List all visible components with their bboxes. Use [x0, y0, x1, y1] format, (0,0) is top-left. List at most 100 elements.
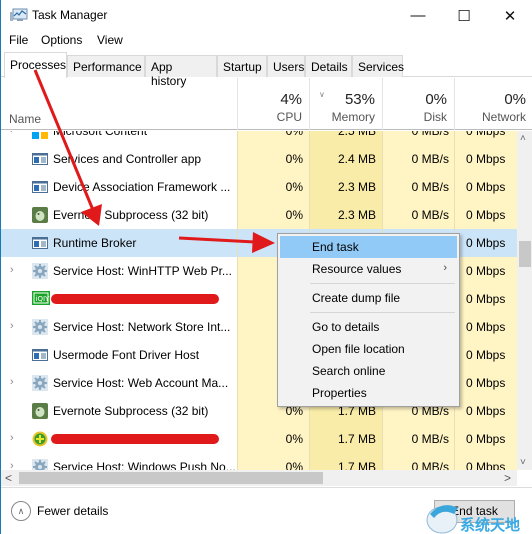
menu-file[interactable]: File	[9, 33, 28, 47]
context-menu-properties[interactable]: Properties	[280, 382, 457, 404]
process-cpu: 0%	[285, 131, 303, 138]
vertical-scrollbar[interactable]: ˄ ˅	[517, 131, 532, 470]
context-menu-create-dump-file[interactable]: Create dump file	[280, 287, 457, 309]
column-header-disk[interactable]: 0% Disk	[382, 78, 454, 130]
process-network: 0 Mbps	[466, 180, 506, 194]
context-menu: End task Resource values › Create dump file…	[277, 233, 460, 407]
tab-details[interactable]: Details	[305, 55, 352, 77]
expand-chevron-icon[interactable]: ›	[10, 264, 14, 276]
process-network: 0 Mbps	[466, 264, 506, 278]
expand-chevron-icon[interactable]: ›	[10, 460, 14, 470]
minimize-icon: —	[410, 7, 426, 24]
scroll-up-icon[interactable]: ˄	[520, 133, 526, 144]
window-app-icon	[32, 347, 48, 363]
column-header-memory[interactable]: 53% Memory	[309, 78, 382, 130]
process-name: Usermode Font Driver Host	[53, 348, 200, 362]
column-header-name[interactable]: Name	[9, 112, 41, 126]
column-header-network[interactable]: 0% Network	[454, 78, 532, 130]
menu-options[interactable]: Options	[41, 33, 82, 47]
tab-performance[interactable]: Performance	[67, 55, 145, 77]
context-menu-label: Properties	[312, 386, 367, 400]
process-name: Device Association Framework ...	[53, 180, 231, 194]
footer: ∧ Fewer details End task	[1, 487, 532, 534]
expand-chevron-icon[interactable]: ›	[10, 432, 14, 444]
fewer-details-link[interactable]: Fewer details	[37, 504, 108, 518]
process-network: 0 Mbps	[466, 348, 506, 362]
expand-chevron-icon[interactable]: ›	[10, 320, 14, 332]
horizontal-scrollbar[interactable]: < >	[1, 470, 517, 486]
process-network: 0 Mbps	[466, 460, 506, 470]
evernote-icon	[32, 403, 48, 419]
context-menu-label: Go to details	[312, 320, 380, 334]
sort-descending-icon: ∨	[319, 90, 325, 99]
process-cpu: 0%	[285, 460, 303, 470]
task-manager-app-icon	[10, 8, 28, 21]
context-menu-label: Search online	[312, 364, 386, 378]
process-disk: 0 MB/s	[411, 180, 449, 194]
column-header-cpu[interactable]: 4% CPU	[237, 78, 309, 130]
horizontal-scroll-thumb[interactable]	[19, 472, 323, 484]
gear-icon	[32, 375, 48, 391]
tab-bar: Processes Performance App history Startu…	[1, 52, 532, 88]
context-menu-end-task[interactable]: End task	[280, 236, 457, 258]
process-row[interactable]: Services and Controller app 0% 2.4 MB 0 MB/…	[1, 145, 517, 173]
submenu-arrow-icon: ›	[443, 262, 447, 274]
scroll-right-icon[interactable]: >	[504, 471, 511, 485]
close-button[interactable]: ✕	[487, 0, 532, 31]
tab-users[interactable]: Users	[267, 55, 305, 77]
redaction-mark	[51, 434, 219, 444]
context-menu-label: Create dump file	[312, 291, 401, 305]
tab-app-history[interactable]: App history	[145, 55, 217, 88]
maximize-icon: ☐	[457, 7, 471, 25]
chevron-up-circle-icon[interactable]: ∧	[11, 501, 31, 521]
process-disk: 0 MB/s	[411, 152, 449, 166]
process-row[interactable]: Device Association Framework ... 0% 2.3 MB…	[1, 173, 517, 201]
menu-view[interactable]: View	[97, 33, 123, 47]
windows-tiles-icon	[32, 131, 48, 139]
context-menu-separator	[310, 312, 455, 313]
scroll-down-icon[interactable]: ˅	[520, 457, 526, 468]
process-name: Evernote Subprocess (32 bit)	[53, 404, 209, 418]
process-disk: 0 MB/s	[411, 131, 449, 138]
cpu-total-percent: 4%	[280, 91, 302, 108]
tab-services[interactable]: Services	[352, 55, 404, 77]
scroll-left-icon[interactable]: <	[5, 471, 12, 485]
process-row[interactable]: › 0% 1.7 MB 0 MB/s 0 Mbps	[1, 425, 517, 453]
context-menu-open-file-location[interactable]: Open file location	[280, 338, 457, 360]
context-menu-go-to-details[interactable]: Go to details	[280, 316, 457, 338]
end-task-button[interactable]: End task	[434, 500, 515, 523]
tab-processes[interactable]: Processes	[4, 52, 67, 78]
process-memory: 2.3 MB	[337, 208, 376, 222]
process-row[interactable]: Evernote Subprocess (32 bit) 0% 2.3 MB 0 MB…	[1, 201, 517, 229]
gear-icon	[32, 319, 48, 335]
process-name: Service Host: Network Store Int...	[53, 320, 231, 334]
expand-chevron-icon[interactable]: ›	[10, 376, 14, 388]
window-app-icon	[32, 151, 48, 167]
minimize-button[interactable]: —	[395, 0, 441, 31]
svg-text:iQIYI: iQIYI	[36, 295, 51, 303]
context-menu-label: Resource values	[312, 262, 402, 276]
column-header-row: Name 4% CPU 53% Memory 0% Disk 0% Networ…	[1, 78, 532, 130]
green-plus-icon	[32, 431, 48, 447]
process-memory: 2.3 MB	[337, 180, 376, 194]
context-menu-separator	[310, 283, 455, 284]
process-row[interactable]: › Service Host: Windows Push No... 0% 1.7 M…	[1, 453, 517, 470]
menu-bar: File Options View	[1, 31, 532, 51]
process-cpu: 0%	[285, 152, 303, 166]
process-network: 0 Mbps	[466, 292, 506, 306]
window-app-icon	[32, 235, 48, 251]
context-menu-label: Open file location	[312, 342, 405, 356]
process-memory: 2.5 MB	[337, 131, 376, 138]
process-network: 0 Mbps	[466, 152, 506, 166]
maximize-button[interactable]: ☐	[441, 0, 487, 31]
context-menu-search-online[interactable]: Search online	[280, 360, 457, 382]
process-row[interactable]: › Microsoft Content 0% 2.5 MB 0 MB/s 0 Mbps	[1, 131, 517, 145]
memory-label: Memory	[331, 110, 375, 124]
expand-chevron-icon[interactable]: ›	[10, 131, 14, 136]
context-menu-resource-values[interactable]: Resource values ›	[280, 258, 457, 280]
process-memory: 2.4 MB	[337, 152, 376, 166]
window-title: Task Manager	[32, 8, 108, 22]
vertical-scroll-thumb[interactable]	[519, 241, 531, 267]
tab-startup[interactable]: Startup	[217, 55, 267, 77]
process-name: Service Host: Web Account Ma...	[53, 376, 229, 390]
